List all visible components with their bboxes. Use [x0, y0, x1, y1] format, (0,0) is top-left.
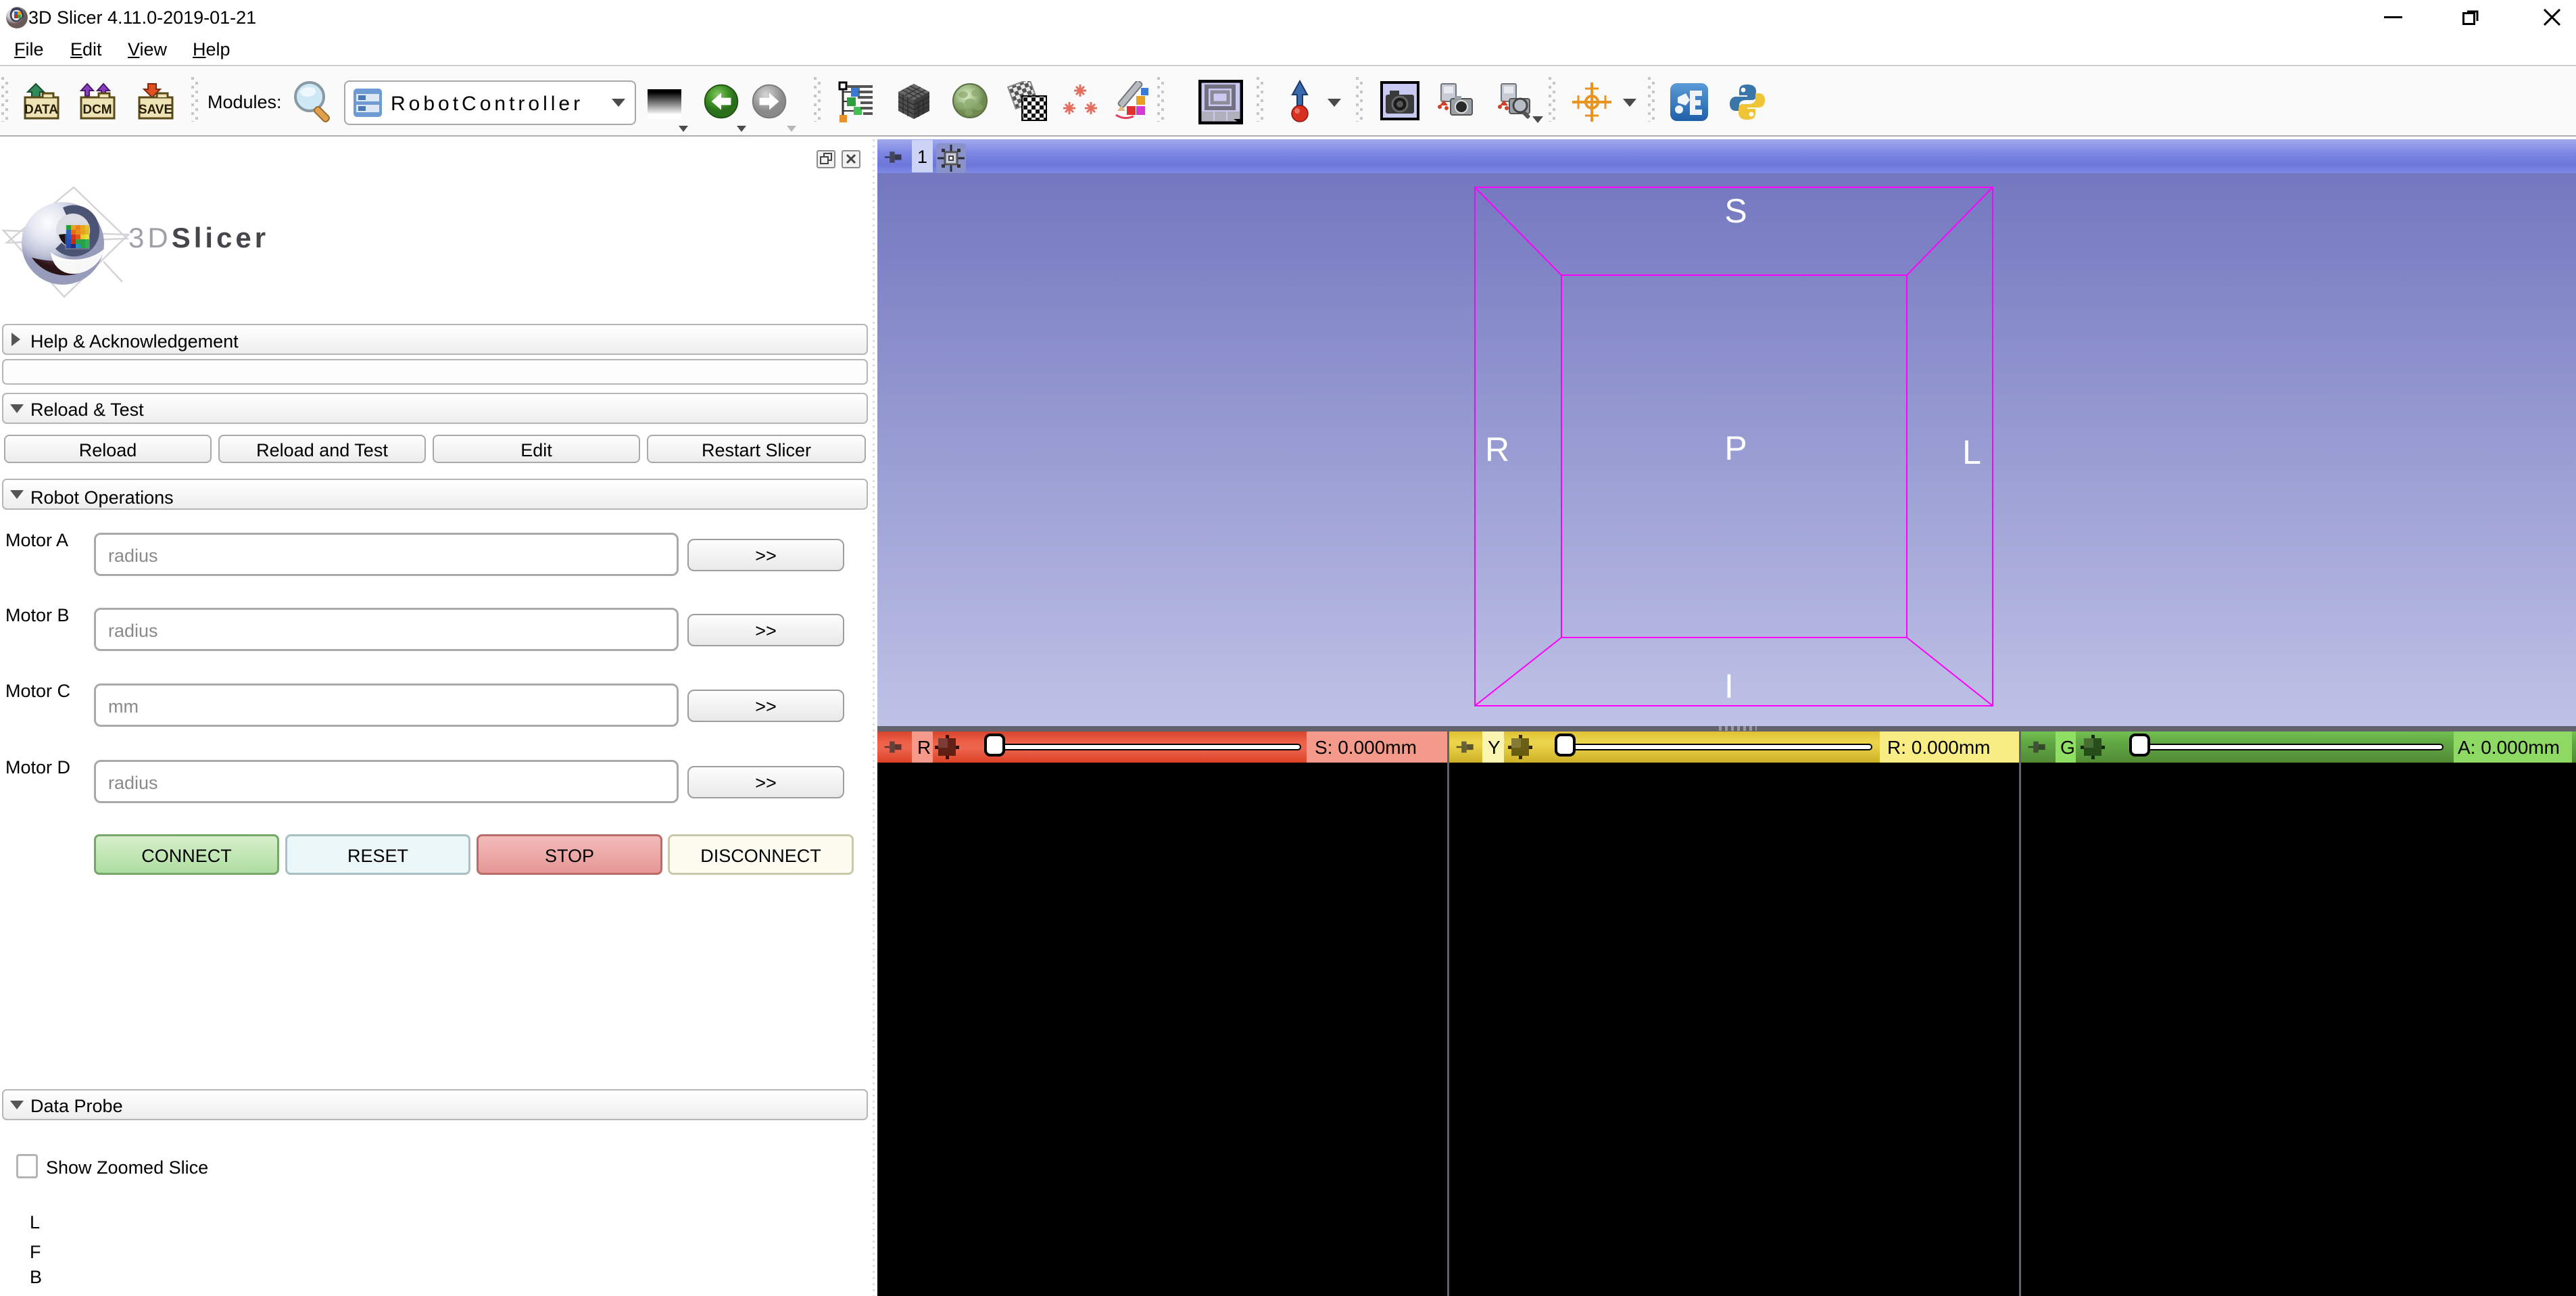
- svg-text:I: I: [1724, 667, 1734, 705]
- svg-text:R: R: [1485, 431, 1509, 469]
- svg-text:S: S: [1724, 192, 1747, 230]
- svg-text:DATA: DATA: [24, 103, 58, 117]
- svg-text:P: P: [1724, 429, 1747, 467]
- svg-text:SAVE: SAVE: [139, 103, 172, 117]
- svg-text:L: L: [1962, 433, 1981, 471]
- svg-text:DCM: DCM: [82, 103, 112, 117]
